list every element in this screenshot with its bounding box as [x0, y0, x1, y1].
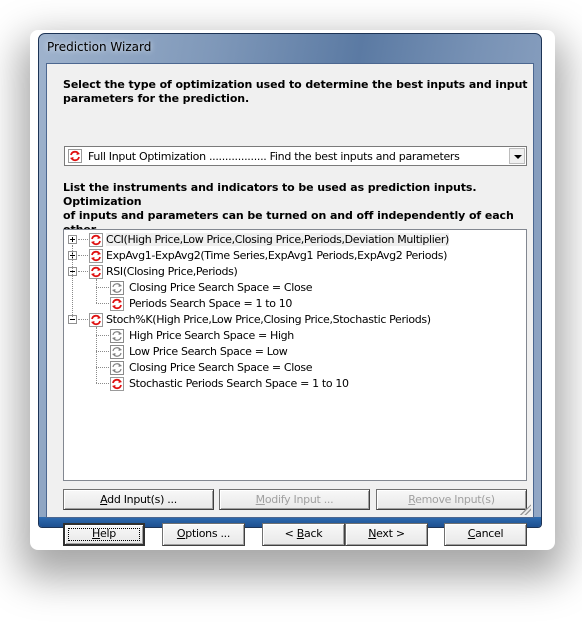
tree-node-label: Low Price Search Space = Low: [129, 345, 288, 358]
tree-node-parameter[interactable]: Closing Price Search Space = Close: [64, 280, 524, 296]
tree-connector: [96, 383, 109, 384]
button-label: ack: [304, 527, 323, 540]
tree-connector: [78, 239, 88, 240]
circular-arrow-icon[interactable]: [110, 377, 124, 391]
prediction-wizard-window: Prediction Wizard Select the type of opt…: [38, 33, 542, 546]
optimization-heading: Select the type of optimization used to …: [63, 78, 528, 106]
tree-node-parameter[interactable]: Stochastic Periods Search Space = 1 to 1…: [64, 376, 524, 392]
button-label: ancel: [475, 527, 504, 540]
tree-node-label: High Price Search Space = High: [129, 329, 294, 342]
circular-arrow-icon[interactable]: [89, 265, 103, 279]
tree-node-parameter[interactable]: Periods Search Space = 1 to 10: [64, 296, 524, 312]
tree-node-label: Closing Price Search Space = Close: [129, 361, 313, 374]
circular-arrow-icon[interactable]: [89, 249, 103, 263]
back-button[interactable]: < Back: [262, 523, 345, 546]
tree-node-parameter[interactable]: High Price Search Space = High: [64, 328, 524, 344]
tree-node-label: CCI(High Price,Low Price,Closing Price,P…: [106, 233, 449, 246]
button-label: elp: [100, 527, 116, 540]
tree-connector: [96, 303, 109, 304]
optimization-type-value: Full Input Optimization ................…: [88, 150, 460, 163]
button-label: odify Input ...: [264, 493, 334, 506]
tree-node-label: RSI(Closing Price,Periods): [106, 265, 238, 278]
circular-arrow-icon[interactable]: [89, 313, 103, 327]
cancel-button[interactable]: Cancel: [444, 523, 527, 546]
resize-grip[interactable]: [520, 504, 531, 515]
tree-connector: [96, 279, 97, 303]
circular-arrow-icon[interactable]: [110, 281, 124, 295]
tree-connector: [78, 271, 88, 272]
expand-icon[interactable]: [68, 235, 77, 244]
tree-connector: [96, 327, 97, 383]
window-title: Prediction Wizard: [47, 40, 152, 54]
tree-node-label: Stoch%K(High Price,Low Price,Closing Pri…: [106, 313, 431, 326]
tree-node-label: Stochastic Periods Search Space = 1 to 1…: [129, 377, 349, 390]
tree-connector: [78, 319, 88, 320]
tree-connector: [96, 287, 109, 288]
tree-connector: [72, 245, 73, 317]
add-input-button[interactable]: Add Input(s) ...: [63, 489, 214, 510]
tree-node-parameter[interactable]: Closing Price Search Space = Close: [64, 360, 524, 376]
tree-connector: [96, 335, 109, 336]
next-button[interactable]: Next >: [345, 523, 428, 546]
button-label: ptions ...: [185, 527, 231, 540]
tree-node-label: Closing Price Search Space = Close: [129, 281, 313, 294]
inputs-heading-line: List the instruments and indicators to b…: [63, 181, 477, 208]
circular-arrow-icon[interactable]: [89, 233, 103, 247]
tree-node-label: Periods Search Space = 1 to 10: [129, 297, 293, 310]
circular-arrow-icon[interactable]: [110, 345, 124, 359]
help-button[interactable]: Help: [63, 523, 145, 546]
circular-arrow-icon[interactable]: [110, 329, 124, 343]
button-label: dd Input(s) ...: [107, 493, 177, 506]
dropdown-arrow-button[interactable]: [509, 148, 525, 164]
circular-arrow-icon[interactable]: [110, 297, 124, 311]
optimization-heading-line: Select the type of optimization used to …: [63, 78, 528, 91]
tree-node-input[interactable]: RSI(Closing Price,Periods): [64, 264, 524, 280]
circular-arrow-icon[interactable]: [110, 361, 124, 375]
tree-node-label: ExpAvg1-ExpAvg2(Time Series,ExpAvg1 Peri…: [106, 249, 448, 262]
button-label: <: [284, 527, 297, 540]
mnemonic: H: [92, 527, 101, 540]
tree-connector: [96, 351, 109, 352]
circular-arrow-icon: [68, 149, 82, 163]
optimization-type-dropdown[interactable]: Full Input Optimization ................…: [64, 146, 527, 166]
button-label: emove Input(s): [415, 493, 495, 506]
mnemonic: N: [368, 527, 377, 540]
tree-connector: [96, 367, 109, 368]
remove-input-button[interactable]: Remove Input(s): [376, 489, 527, 510]
mnemonic: B: [296, 527, 305, 540]
modify-input-button[interactable]: Modify Input ...: [219, 489, 370, 510]
tree-node-input[interactable]: ExpAvg1-ExpAvg2(Time Series,ExpAvg1 Peri…: [64, 248, 524, 264]
mnemonic: M: [255, 493, 266, 506]
tree-node-parameter[interactable]: Low Price Search Space = Low: [64, 344, 524, 360]
tree-node-input[interactable]: Stoch%K(High Price,Low Price,Closing Pri…: [64, 312, 524, 328]
tree-node-input[interactable]: CCI(High Price,Low Price,Closing Price,P…: [64, 232, 524, 248]
inputs-tree[interactable]: CCI(High Price,Low Price,Closing Price,P…: [63, 229, 527, 481]
dialog-client-area: Select the type of optimization used to …: [46, 63, 534, 546]
optimization-heading-line: parameters for the prediction.: [63, 92, 250, 105]
button-label: ext >: [376, 527, 405, 540]
options-button[interactable]: Options ...: [162, 523, 245, 546]
tree-connector: [78, 255, 88, 256]
